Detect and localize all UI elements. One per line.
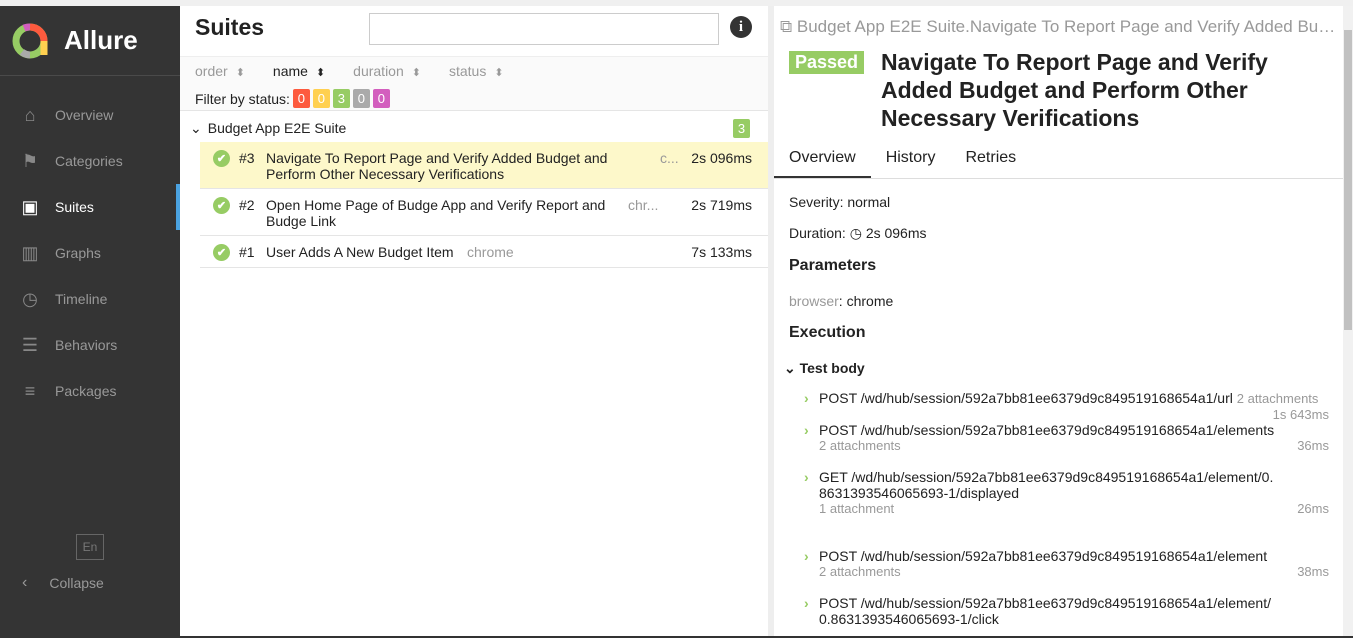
brand[interactable]: Allure [0,6,180,76]
list-icon: ☰ [21,334,39,355]
scrollbar[interactable] [1343,6,1353,636]
suite-group[interactable]: ⌄ Budget App E2E Suite 3 [180,114,768,142]
suites-panel: Suites i order ⬍ name ⬍ duration ⬍ status ⬍ Fil… [180,6,768,636]
test-row[interactable]: ✔ #3 Navigate To Report Page and Verify … [200,142,768,189]
passed-check-icon: ✔ [213,197,230,214]
allure-logo-icon [12,22,48,58]
sort-icon: ⬍ [315,67,326,79]
sidebar-item-label: Graphs [55,245,101,261]
detail-tabs: Overview History Retries [774,142,1343,179]
test-row[interactable]: ✔ #1 User Adds A New Budget Item chrome … [200,236,768,268]
execution-heading: Execution [789,324,866,341]
sidebar-item-label: Suites [55,199,94,215]
sort-name[interactable]: name ⬍ [273,63,325,79]
chevron-right-icon: › [804,390,809,406]
breadcrumb[interactable]: ⧉ Budget App E2E Suite.Navigate To Repor… [780,17,1340,37]
passed-check-icon: ✔ [213,244,230,261]
collapse-button[interactable]: ‹ Collapse [22,574,104,592]
status-filter-badge[interactable]: 0 [312,89,330,108]
suite-name: Budget App E2E Suite [207,120,347,136]
test-body-toggle[interactable]: ⌄ Test body [784,360,865,377]
sidebar-item-behaviors[interactable]: ☰ Behaviors [0,322,180,368]
brand-name: Allure [64,25,138,55]
passed-check-icon: ✔ [213,150,230,167]
execution-step[interactable]: › POST /wd/hub/session/592a7bb81ee6379d9c… [804,422,1329,454]
sidebar-item-packages[interactable]: ≡ Packages [0,368,180,414]
status-badge: Passed [789,51,865,74]
parameters-heading: Parameters [789,257,877,274]
tab-retries[interactable]: Retries [950,142,1031,178]
sidebar-item-label: Packages [55,383,117,399]
briefcase-icon: ▣ [21,196,39,217]
chevron-right-icon: › [804,469,809,485]
status-filter-badge[interactable]: 0 [352,89,370,108]
sidebar-item-graphs[interactable]: ▥ Graphs [0,230,180,276]
sort-icon: ⬍ [411,67,421,79]
test-title: Navigate To Report Page and Verify Added… [881,49,1268,131]
info-icon[interactable]: i [730,16,752,38]
chevron-right-icon: › [804,595,809,611]
sidebar-item-label: Timeline [55,291,108,307]
sort-icon: ⬍ [235,67,245,79]
sort-filter-toolbar: order ⬍ name ⬍ duration ⬍ status ⬍ Filter by st… [180,56,768,111]
page-title: Suites [195,14,265,40]
duration: Duration: ◷ 2s 096ms [789,225,927,241]
sidebar-item-label: Categories [55,153,123,169]
severity: Severity: normal [789,194,891,210]
sort-duration[interactable]: duration ⬍ [353,63,421,79]
align-left-icon: ≡ [24,380,36,401]
tab-history[interactable]: History [871,142,951,178]
sort-icon: ⬍ [494,67,504,79]
copy-icon[interactable]: ⧉ [780,17,797,36]
sidebar: Allure ⌂ Overview ⚑ Categories ▣ Suites ▥ Graph… [0,6,180,638]
collapse-label: Collapse [49,575,104,591]
bar-chart-icon: ▥ [21,242,39,263]
test-row[interactable]: ✔ #2 Open Home Page of Budge App and Ver… [200,189,768,236]
sort-order[interactable]: order ⬍ [195,63,245,79]
sidebar-item-label: Behaviors [55,337,118,353]
chevron-right-icon: › [804,422,809,438]
sidebar-item-categories[interactable]: ⚑ Categories [0,138,180,184]
sidebar-item-suites[interactable]: ▣ Suites [0,184,180,230]
parameter-browser: browser: chrome [789,293,894,309]
status-filter-badge[interactable]: 0 [292,89,310,108]
status-filter-badge[interactable]: 3 [332,89,350,108]
chevron-down-icon: ⌄ [784,360,796,376]
execution-step[interactable]: › POST /wd/hub/session/592a7bb81ee6379d9c… [804,548,1329,580]
language-button[interactable]: En [76,534,104,560]
sidebar-item-timeline[interactable]: ◷ Timeline [0,276,180,322]
clock-icon: ◷ [849,225,862,241]
sort-status[interactable]: status ⬍ [449,63,504,79]
execution-step[interactable]: › POST /wd/hub/session/592a7bb81ee6379d9c… [804,390,1329,423]
chevron-left-icon: ‹ [22,574,28,591]
sidebar-item-overview[interactable]: ⌂ Overview [0,92,180,138]
execution-step[interactable]: › GET /wd/hub/session/592a7bb81ee6379d9c8… [804,469,1329,517]
chevron-down-icon: ⌄ [190,119,202,136]
chevron-right-icon: › [804,548,809,564]
search-input[interactable] [369,13,719,45]
execution-step[interactable]: › POST /wd/hub/session/592a7bb81ee6379d9c… [804,595,1329,627]
flag-icon: ⚑ [21,150,39,171]
suite-count-badge: 3 [733,119,750,138]
scrollbar-thumb[interactable] [1344,30,1352,330]
filter-label: Filter by status: [195,90,290,107]
tab-overview[interactable]: Overview [774,142,871,178]
clock-icon: ◷ [22,288,38,309]
test-detail-panel: ⧉ Budget App E2E Suite.Navigate To Repor… [774,6,1343,636]
home-icon: ⌂ [24,104,36,125]
sidebar-item-label: Overview [55,107,114,123]
status-filter-badge[interactable]: 0 [372,89,390,108]
